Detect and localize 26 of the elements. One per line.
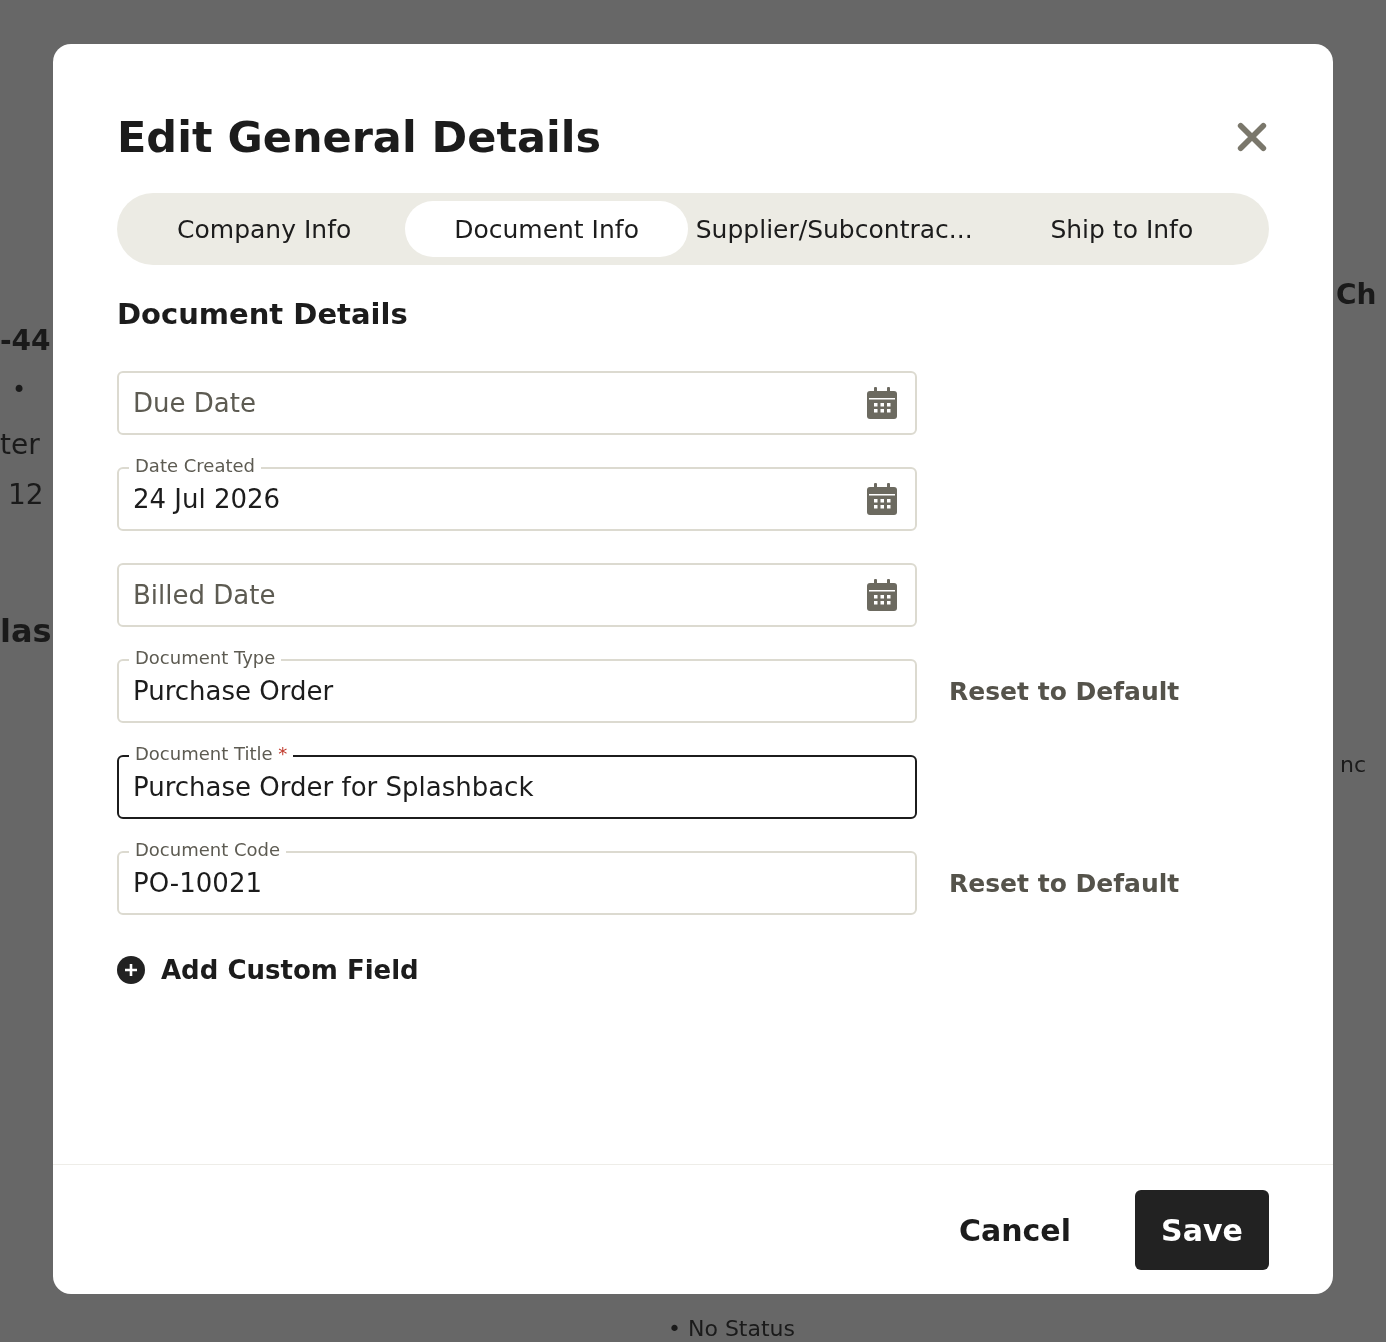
tab[interactable]: Document Info [405, 201, 688, 257]
background-text: 12 [8, 478, 44, 512]
save-button[interactable]: Save [1135, 1190, 1269, 1270]
tab[interactable]: Ship to Info [980, 201, 1263, 257]
background-text: nc [1340, 752, 1367, 779]
dialog-title: Edit General Details [117, 112, 602, 162]
background-text: las [0, 612, 52, 651]
calendar-icon[interactable] [867, 387, 897, 419]
background-text: Ch [1336, 278, 1377, 312]
calendar-icon[interactable] [867, 579, 897, 611]
reset-link[interactable]: Reset to Default [949, 868, 1180, 898]
tab[interactable]: Company Info [123, 201, 406, 257]
background-text: ter [0, 428, 40, 462]
date-field[interactable]: Billed Date [117, 563, 917, 627]
date-field[interactable]: Due Date [117, 371, 917, 435]
calendar-icon[interactable] [867, 483, 897, 515]
background-text: • [12, 376, 27, 405]
add-custom-field-button[interactable]: Add Custom Field [117, 955, 419, 985]
tab[interactable]: Supplier/Subcontrac... [687, 201, 981, 257]
background-text: • No Status [668, 1316, 795, 1342]
background-text: -44 [0, 324, 51, 358]
reset-link[interactable]: Reset to Default [949, 676, 1180, 706]
cancel-button[interactable]: Cancel [958, 1212, 1071, 1248]
plus-circle-icon [117, 956, 145, 984]
section-title: Document Details [117, 297, 409, 331]
close-icon[interactable] [1235, 120, 1269, 154]
